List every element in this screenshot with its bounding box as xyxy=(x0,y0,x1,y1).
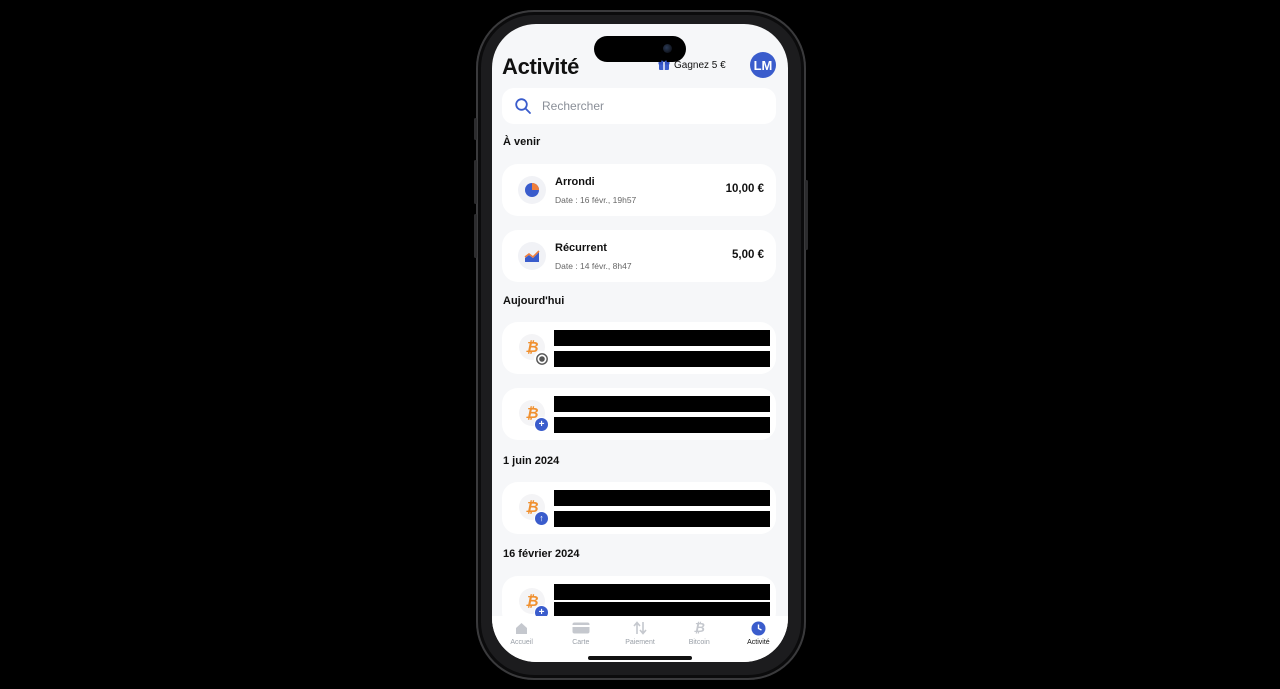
tab-activity[interactable]: Activité xyxy=(729,616,788,662)
tab-label: Activité xyxy=(747,639,770,646)
page-title: Activité xyxy=(502,54,580,79)
item-amount: 10,00 € xyxy=(725,183,764,195)
item-date: Date : 16 févr., 19h57 xyxy=(555,195,637,205)
redacted-block xyxy=(554,330,770,346)
redacted-block xyxy=(554,417,770,433)
transaction-row[interactable]: ₿ ↑ xyxy=(502,482,776,534)
upcoming-item-recurring[interactable]: Récurrent Date : 14 févr., 8h47 5,00 € xyxy=(502,230,776,282)
redacted-block xyxy=(554,490,770,506)
redacted-block xyxy=(554,511,770,527)
transaction-row[interactable]: ₿ xyxy=(502,322,776,374)
tab-home[interactable]: Accueil xyxy=(492,616,551,662)
clock-icon xyxy=(749,621,767,635)
pie-chart-icon xyxy=(518,176,546,204)
volume-down-button xyxy=(474,214,477,258)
section-june: 1 juin 2024 xyxy=(503,455,560,467)
item-amount: 5,00 € xyxy=(732,249,764,261)
section-upcoming: À venir xyxy=(503,136,541,148)
card-icon xyxy=(572,621,590,635)
plus-badge-icon: + xyxy=(534,417,549,432)
power-button xyxy=(805,180,808,250)
trend-chart-icon xyxy=(518,242,546,270)
redacted-block xyxy=(554,584,770,600)
search-icon xyxy=(515,98,531,114)
tab-label: Paiement xyxy=(625,639,655,646)
avatar[interactable]: LM xyxy=(750,52,776,78)
arrow-up-badge-icon: ↑ xyxy=(534,511,549,526)
home-indicator xyxy=(588,656,692,660)
upcoming-item-roundup[interactable]: Arrondi Date : 16 févr., 19h57 10,00 € xyxy=(502,164,776,216)
camera xyxy=(663,44,672,53)
redacted-block xyxy=(554,396,770,412)
referral-button[interactable]: Gagnez 5 € xyxy=(658,59,726,71)
pending-badge-icon xyxy=(534,351,549,366)
transfer-icon xyxy=(631,621,649,635)
tab-label: Bitcoin xyxy=(688,639,710,646)
transaction-row[interactable]: ₿ + xyxy=(502,388,776,440)
bitcoin-icon: ₿ xyxy=(693,621,705,636)
gift-icon xyxy=(658,60,670,70)
app-screen: Activité Gagnez 5 € LM À venir Arrondi D… xyxy=(492,24,788,662)
item-date: Date : 14 févr., 8h47 xyxy=(555,261,632,271)
mute-switch xyxy=(474,118,477,140)
referral-label: Gagnez 5 € xyxy=(674,59,726,71)
search-bar[interactable] xyxy=(502,88,776,124)
tab-label: Accueil xyxy=(510,639,533,646)
tab-label: Carte xyxy=(572,639,590,646)
item-name: Récurrent xyxy=(555,242,607,254)
item-name: Arrondi xyxy=(555,176,595,188)
home-icon xyxy=(513,621,531,635)
volume-up-button xyxy=(474,160,477,204)
section-february: 16 février 2024 xyxy=(503,548,580,560)
redacted-block xyxy=(554,351,770,367)
section-today: Aujourd'hui xyxy=(503,295,565,307)
search-input[interactable] xyxy=(540,98,764,114)
